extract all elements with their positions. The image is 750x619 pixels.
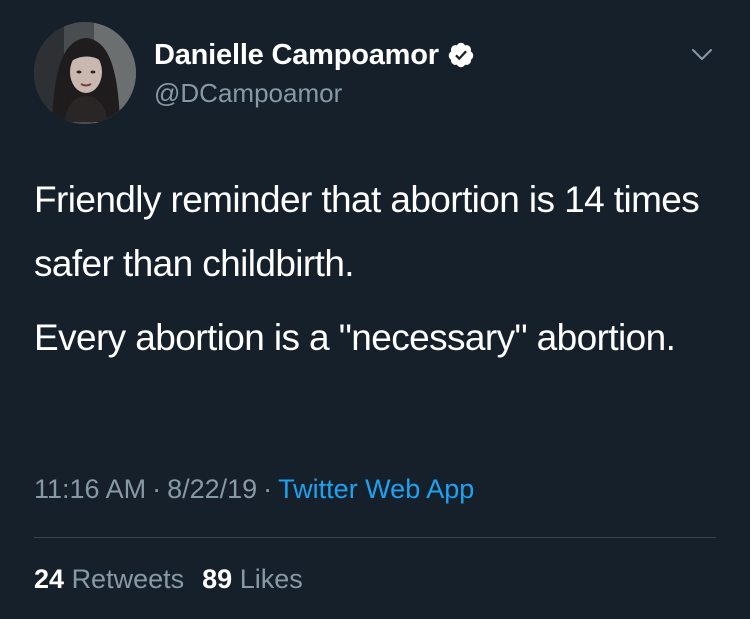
- handle[interactable]: @DCampoamor: [154, 78, 475, 109]
- meta-separator: ·: [152, 474, 162, 504]
- avatar[interactable]: [34, 22, 136, 124]
- tweet-source-link[interactable]: Twitter Web App: [278, 474, 474, 504]
- tweet-card: Danielle Campoamor @DCampoamor Friendly …: [0, 0, 750, 619]
- display-name[interactable]: Danielle Campoamor: [154, 39, 439, 72]
- retweets-count: 24: [34, 564, 65, 594]
- name-row: Danielle Campoamor: [154, 36, 475, 74]
- likes-stat[interactable]: 89 Likes: [202, 564, 303, 594]
- tweet-header: Danielle Campoamor @DCampoamor: [34, 22, 716, 126]
- tweet-paragraph: Friendly reminder that abortion is 14 ti…: [34, 179, 700, 284]
- likes-count: 89: [202, 564, 233, 594]
- tweet-time[interactable]: 11:16 AM: [34, 474, 146, 504]
- tweet-meta: 11:16 AM · 8/22/19 · Twitter Web App: [34, 474, 474, 505]
- tweet-stats: 24 Retweets 89 Likes: [34, 564, 303, 595]
- divider: [34, 537, 716, 538]
- meta-separator: ·: [263, 474, 273, 504]
- tweet-date[interactable]: 8/22/19: [167, 474, 257, 504]
- retweets-stat[interactable]: 24 Retweets: [34, 564, 184, 594]
- tweet-paragraph: Every abortion is a "necessary" abortion…: [34, 317, 676, 358]
- tweet-body: Friendly reminder that abortion is 14 ti…: [34, 168, 716, 380]
- retweets-label: Retweets: [71, 564, 185, 594]
- author-info: Danielle Campoamor @DCampoamor: [154, 36, 475, 109]
- likes-label: Likes: [239, 564, 303, 594]
- verified-badge-icon: [447, 41, 475, 69]
- chevron-down-icon[interactable]: [688, 40, 716, 68]
